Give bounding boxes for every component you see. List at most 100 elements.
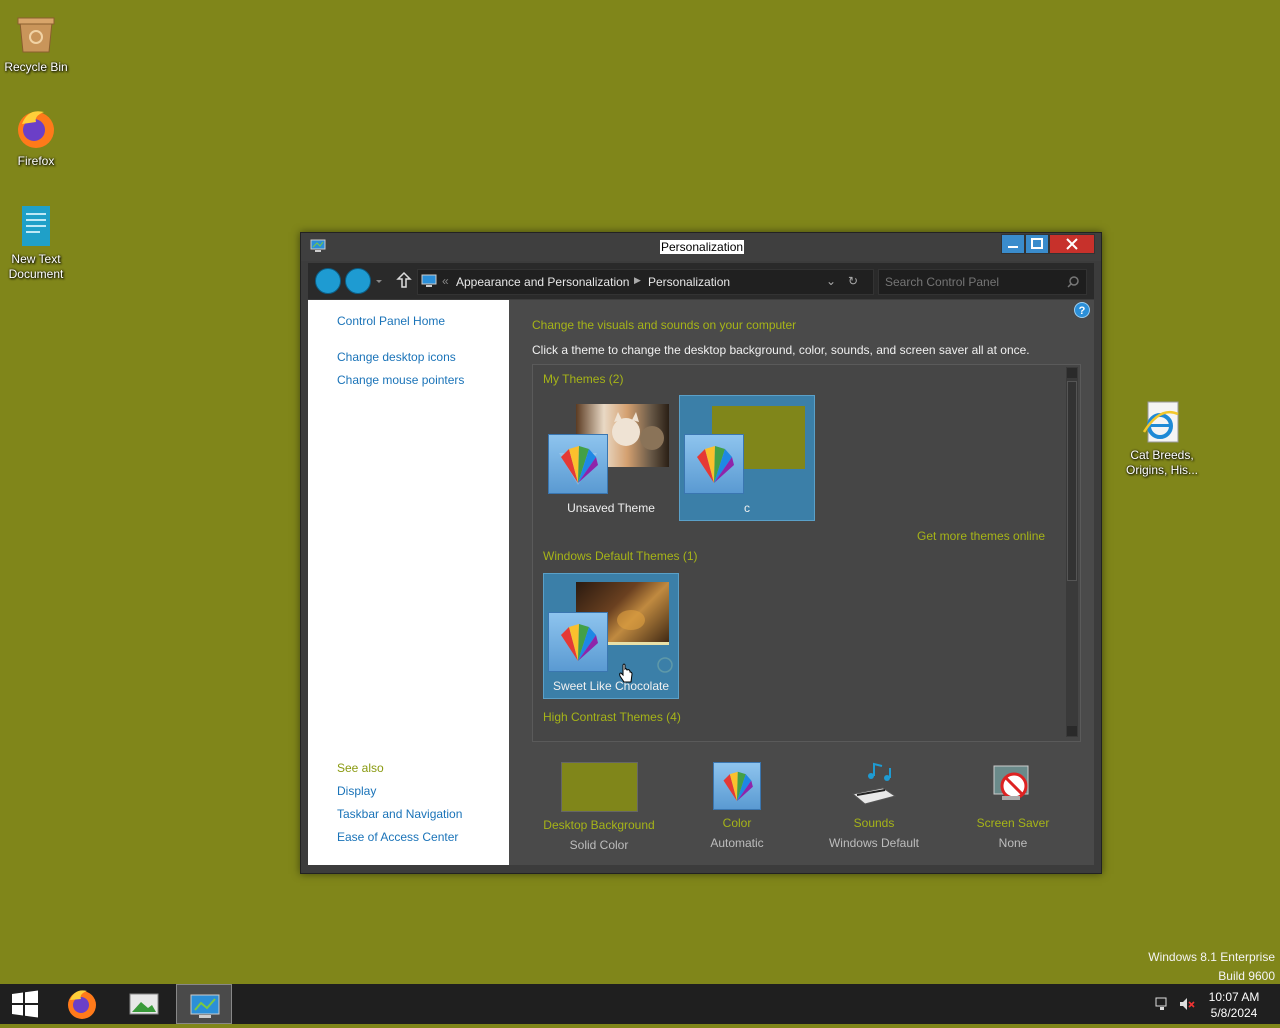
themes-list: My Themes (2) Unsaved Theme c Get more t…: [532, 364, 1081, 742]
taskbar-control-panel[interactable]: [176, 984, 232, 1024]
network-icon[interactable]: [1154, 996, 1170, 1012]
close-button[interactable]: [1049, 234, 1095, 254]
desktop-icon-label: Firefox: [17, 154, 55, 168]
solid-color-swatch-icon: [560, 762, 638, 812]
search-input[interactable]: [883, 273, 1063, 291]
windows-build-watermark: Build 9600: [1218, 969, 1275, 983]
scroll-down-arrow[interactable]: [1067, 726, 1077, 736]
clock[interactable]: 10:07 AM 5/8/2024: [1204, 989, 1264, 1021]
volume-muted-icon[interactable]: [1178, 996, 1196, 1012]
back-button[interactable]: [315, 268, 341, 294]
windows-logo-icon: [12, 990, 38, 1018]
mouse-cursor-hand-icon: [619, 663, 633, 683]
breadcrumb-separator: «: [442, 274, 449, 288]
desktop-background-setting[interactable]: Desktop Background Solid Color: [529, 762, 669, 852]
title-bar[interactable]: Personalization: [301, 233, 1101, 261]
get-more-themes-link[interactable]: Get more themes online: [917, 529, 1045, 543]
change-mouse-pointers-link[interactable]: Change mouse pointers: [337, 373, 464, 387]
firefox-icon: [14, 106, 58, 150]
breadcrumb-appearance[interactable]: Appearance and Personalization: [456, 275, 629, 289]
firefox-icon: [68, 990, 96, 1019]
setting-title: Sounds: [853, 816, 895, 830]
default-themes-title[interactable]: Windows Default Themes (1): [543, 549, 698, 563]
up-arrow-icon: [396, 271, 412, 288]
screen-saver-icon: [988, 762, 1038, 810]
sounds-setting[interactable]: Sounds Windows Default: [804, 762, 944, 850]
taskbar-firefox[interactable]: [54, 984, 110, 1024]
page-heading: Change the visuals and sounds on your co…: [532, 318, 797, 332]
desktop-icon-new-text-document[interactable]: New Text Document: [0, 204, 74, 282]
minimize-icon: [1008, 246, 1018, 248]
up-button[interactable]: [396, 271, 412, 289]
theme-label: c: [744, 501, 750, 515]
setting-value: Solid Color: [569, 838, 629, 852]
help-icon: ?: [1078, 305, 1086, 317]
desktop-icon-firefox[interactable]: Firefox: [0, 106, 74, 169]
main-content: ? Change the visuals and sounds on your …: [509, 300, 1094, 865]
screen-saver-setting[interactable]: Screen Saver None: [943, 762, 1083, 850]
see-also-title: See also: [337, 761, 384, 775]
color-setting[interactable]: Color Automatic: [667, 762, 807, 850]
taskbar-navigation-link[interactable]: Taskbar and Navigation: [337, 807, 462, 821]
maximize-button[interactable]: [1025, 234, 1049, 254]
theme-label: Unsaved Theme: [567, 501, 655, 515]
control-panel-icon: [421, 274, 437, 288]
taskbar-photos[interactable]: [116, 984, 172, 1024]
high-contrast-themes-title[interactable]: High Contrast Themes (4): [543, 710, 681, 724]
clock-time: 10:07 AM: [1208, 990, 1260, 1004]
color-palette-icon: [548, 612, 608, 672]
maximize-icon: [1031, 238, 1043, 249]
desktop-icon-label: Cat Breeds, Origins, His...: [1125, 448, 1198, 477]
refresh-icon[interactable]: ↻: [848, 274, 858, 288]
sounds-icon: [849, 762, 899, 810]
theme-tile-sweet-like-chocolate[interactable]: Sweet Like Chocolate: [543, 573, 679, 699]
desktop-icon-label: Recycle Bin: [4, 60, 68, 74]
color-palette-icon: [684, 434, 744, 494]
breadcrumb-arrow-icon[interactable]: ▶: [634, 275, 641, 286]
window-title: Personalization: [660, 240, 745, 254]
picture-app-icon: [129, 993, 159, 1015]
taskbar: 10:07 AM 5/8/2024: [0, 984, 1280, 1024]
display-link[interactable]: Display: [337, 784, 376, 798]
theme-label: Sweet Like Chocolate: [552, 679, 670, 693]
setting-title: Screen Saver: [976, 816, 1050, 830]
recycle-bin-icon: [14, 12, 58, 56]
color-palette-icon: [548, 434, 608, 494]
address-bar[interactable]: « Appearance and Personalization ▶ Perso…: [417, 269, 874, 295]
search-icon: [1067, 276, 1079, 288]
setting-value: Windows Default: [828, 836, 920, 850]
desktop-icon-recycle-bin[interactable]: Recycle Bin: [0, 12, 74, 75]
navigation-bar: « Appearance and Personalization ▶ Perso…: [308, 263, 1094, 299]
breadcrumb-personalization[interactable]: Personalization: [648, 275, 730, 289]
desktop-icon-label: New Text Document: [8, 252, 64, 281]
control-panel-icon: [190, 994, 220, 1018]
left-pane: Control Panel Home Change desktop icons …: [308, 300, 509, 865]
address-dropdown-icon[interactable]: ⌄: [826, 274, 836, 288]
control-panel-home-link[interactable]: Control Panel Home: [337, 314, 445, 328]
theme-tile-c[interactable]: c: [679, 395, 815, 521]
ease-of-access-link[interactable]: Ease of Access Center: [337, 830, 458, 844]
personalization-window: Personalization « Appearance and Persona…: [300, 232, 1102, 874]
theme-tile-unsaved[interactable]: Unsaved Theme: [543, 395, 679, 521]
clock-date: 5/8/2024: [1210, 1006, 1258, 1020]
setting-title: Color: [722, 816, 752, 830]
close-icon: [1066, 238, 1078, 250]
control-panel-icon: [310, 239, 326, 253]
scroll-up-arrow[interactable]: [1067, 368, 1077, 378]
scroll-thumb[interactable]: [1067, 381, 1077, 581]
text-document-icon: [14, 204, 58, 248]
themes-scrollbar[interactable]: [1066, 367, 1078, 737]
recent-pages-dropdown[interactable]: [374, 275, 384, 285]
search-box[interactable]: [878, 269, 1087, 295]
slideshow-icon: [657, 657, 673, 673]
minimize-button[interactable]: [1001, 234, 1025, 254]
windows-edition-watermark: Windows 8.1 Enterprise: [1148, 950, 1275, 964]
setting-value: Automatic: [710, 836, 764, 850]
change-desktop-icons-link[interactable]: Change desktop icons: [337, 350, 456, 364]
setting-title: Desktop Background: [543, 818, 655, 832]
desktop-icon-cat-breeds[interactable]: Cat Breeds, Origins, His...: [1124, 400, 1200, 478]
my-themes-title[interactable]: My Themes (2): [543, 372, 623, 386]
forward-button[interactable]: [345, 268, 371, 294]
help-button[interactable]: ?: [1074, 302, 1090, 318]
start-button[interactable]: [0, 984, 50, 1024]
